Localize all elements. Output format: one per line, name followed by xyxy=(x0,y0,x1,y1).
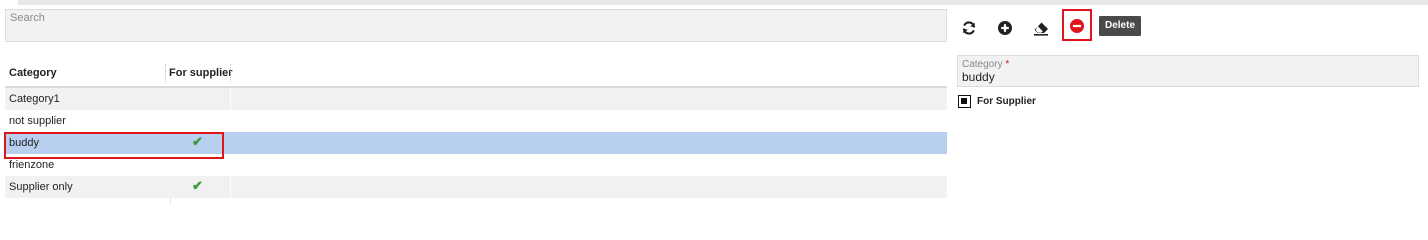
delete-tooltip: Delete xyxy=(1099,16,1142,36)
cell-divider xyxy=(230,88,231,110)
minus-circle-icon xyxy=(1069,18,1085,34)
cell-category: Category1 xyxy=(9,93,60,105)
refresh-icon xyxy=(961,20,977,36)
column-separator[interactable] xyxy=(165,64,166,82)
for-supplier-label: For Supplier xyxy=(977,95,1036,107)
column-divider xyxy=(170,198,171,204)
delete-button[interactable] xyxy=(1064,12,1090,40)
table-row[interactable]: Supplier only ✔ xyxy=(5,176,947,198)
table-row[interactable]: not supplier xyxy=(5,110,947,132)
category-field-label: Category * xyxy=(962,59,1010,70)
column-header-category[interactable]: Category xyxy=(9,67,57,79)
plus-circle-icon xyxy=(997,20,1013,36)
column-separator[interactable] xyxy=(230,64,231,82)
category-field[interactable]: Category * buddy xyxy=(957,55,1419,87)
checkbox-fill xyxy=(961,97,967,104)
category-grid: Category For supplier Category1 not supp… xyxy=(5,62,947,204)
grid-header: Category For supplier xyxy=(5,62,947,84)
cell-category: frienzone xyxy=(9,159,55,171)
add-button[interactable] xyxy=(992,14,1018,42)
for-supplier-checkbox[interactable] xyxy=(958,94,971,108)
required-marker: * xyxy=(1005,59,1010,70)
cell-category: Supplier only xyxy=(9,181,73,193)
top-strip xyxy=(18,0,1428,5)
selected-row-highlight xyxy=(4,132,224,159)
check-icon: ✔ xyxy=(192,178,203,193)
cell-category: not supplier xyxy=(9,115,66,127)
category-field-value[interactable]: buddy xyxy=(962,70,995,84)
refresh-button[interactable] xyxy=(956,14,982,42)
table-row[interactable]: Category1 xyxy=(5,88,947,110)
clear-button[interactable] xyxy=(1028,14,1054,42)
column-header-for-supplier[interactable]: For supplier xyxy=(169,67,233,79)
cell-divider xyxy=(230,176,231,198)
for-supplier-option[interactable]: For Supplier xyxy=(958,94,1036,108)
search-box[interactable] xyxy=(5,9,947,42)
search-input[interactable] xyxy=(6,10,946,42)
eraser-icon xyxy=(1032,20,1050,36)
